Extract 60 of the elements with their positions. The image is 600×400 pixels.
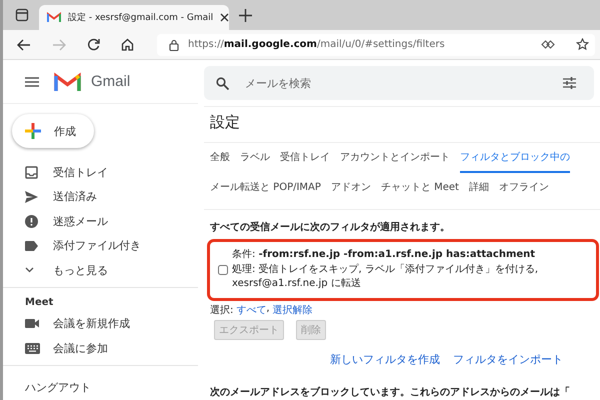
exclamation-icon xyxy=(25,214,38,228)
browser-tab[interactable]: 設定 - xesrsf@gmail.com - Gmail xyxy=(39,5,229,30)
menu-icon[interactable] xyxy=(25,76,39,86)
tab-actions-icon[interactable] xyxy=(15,8,29,22)
keyboard-icon xyxy=(25,342,40,354)
filters-heading: すべての受信メールに次のフィルタが適用されます。 xyxy=(209,220,451,235)
app-name: Gmail xyxy=(91,73,130,90)
select-none-link[interactable]: 選択解除 xyxy=(272,302,313,316)
filter-link[interactable]: 新しいフィルタを作成 xyxy=(330,352,440,366)
select-label: 選択: xyxy=(210,304,234,316)
settings-tab[interactable]: チャットと Meet xyxy=(380,173,459,203)
section-title: ハングアウト xyxy=(24,380,92,394)
filter-action: 処理: 受信トレイをスキップ, ラベル「添付ファイル付き」を付ける, xesrsf@a1.rsf.ne.jp に転送 xyxy=(232,262,540,291)
search-field[interactable]: メールを検索 xyxy=(204,66,594,100)
sidebar-item[interactable]: 迷惑メール xyxy=(3,209,198,234)
lock-icon xyxy=(169,38,179,50)
blocked-heading: 次のメールアドレスをブロックしています。これらのアドレスからのメールは「 xyxy=(209,386,571,398)
filter-condition: 条件: -from:rsf.ne.jp -from:a1.rsf.ne.jp has:attachment xyxy=(232,248,536,262)
search-icon xyxy=(216,76,229,90)
sidebar-item[interactable]: 受信トレイ xyxy=(3,160,198,184)
inbox-icon xyxy=(25,166,38,179)
plus-icon xyxy=(24,122,42,140)
separator: , xyxy=(266,302,270,316)
sidebar-item[interactable]: もっと見る xyxy=(3,258,198,282)
settings-tab[interactable]: 詳細 xyxy=(468,173,489,203)
close-icon[interactable] xyxy=(220,13,230,22)
settings-tab[interactable]: オフライン xyxy=(498,173,549,203)
settings-tab[interactable]: 全般 xyxy=(210,143,230,173)
video-camera-icon xyxy=(25,319,39,328)
settings-tab[interactable]: フィルタとブロック中の xyxy=(460,143,570,173)
search-input[interactable]: メールを検索 xyxy=(243,76,549,90)
reload-icon[interactable] xyxy=(87,38,100,51)
settings-tab[interactable]: メール転送と POP/IMAP xyxy=(210,173,321,203)
section-title: Meet xyxy=(24,296,54,310)
gmail-logo-icon xyxy=(47,12,61,23)
filter-link[interactable]: フィルタをインポート xyxy=(453,352,563,366)
settings-tab[interactable]: アドオン xyxy=(330,173,371,203)
sidebar-item[interactable]: 会議に参加 xyxy=(3,336,198,360)
gmail-logo-icon xyxy=(54,72,81,92)
filter-options-icon[interactable] xyxy=(563,77,576,89)
new-tab-icon[interactable] xyxy=(239,8,252,22)
page-title: 設定 xyxy=(209,112,241,133)
send-icon xyxy=(25,190,38,203)
sidebar-item[interactable]: 添付ファイル付き xyxy=(3,234,198,258)
settings-tab[interactable]: 受信トレイ xyxy=(280,143,330,173)
label-icon xyxy=(25,240,38,251)
compose-button[interactable]: 作成 xyxy=(12,114,94,148)
sidebar-item[interactable]: 会議を新規作成 xyxy=(3,312,198,336)
url-text: https://mail.google.com/mail/u/0/#settings/filters xyxy=(188,39,445,50)
address-bar[interactable]: https://mail.google.com/mail/u/0/#settings/filters xyxy=(157,34,595,56)
settings-tab[interactable]: アカウントとインポート xyxy=(340,143,450,173)
home-icon[interactable] xyxy=(121,38,134,51)
sidebar-item[interactable]: 送信済み xyxy=(3,184,198,209)
back-arrow-icon[interactable] xyxy=(17,38,31,50)
settings-tab[interactable]: ラベル xyxy=(240,143,270,173)
checkbox[interactable] xyxy=(218,264,228,275)
select-all-link[interactable]: すべて xyxy=(236,302,266,316)
chevron-down-icon xyxy=(25,267,34,274)
favorite-star-icon[interactable] xyxy=(576,38,589,51)
reader-view-icon[interactable] xyxy=(541,40,555,49)
